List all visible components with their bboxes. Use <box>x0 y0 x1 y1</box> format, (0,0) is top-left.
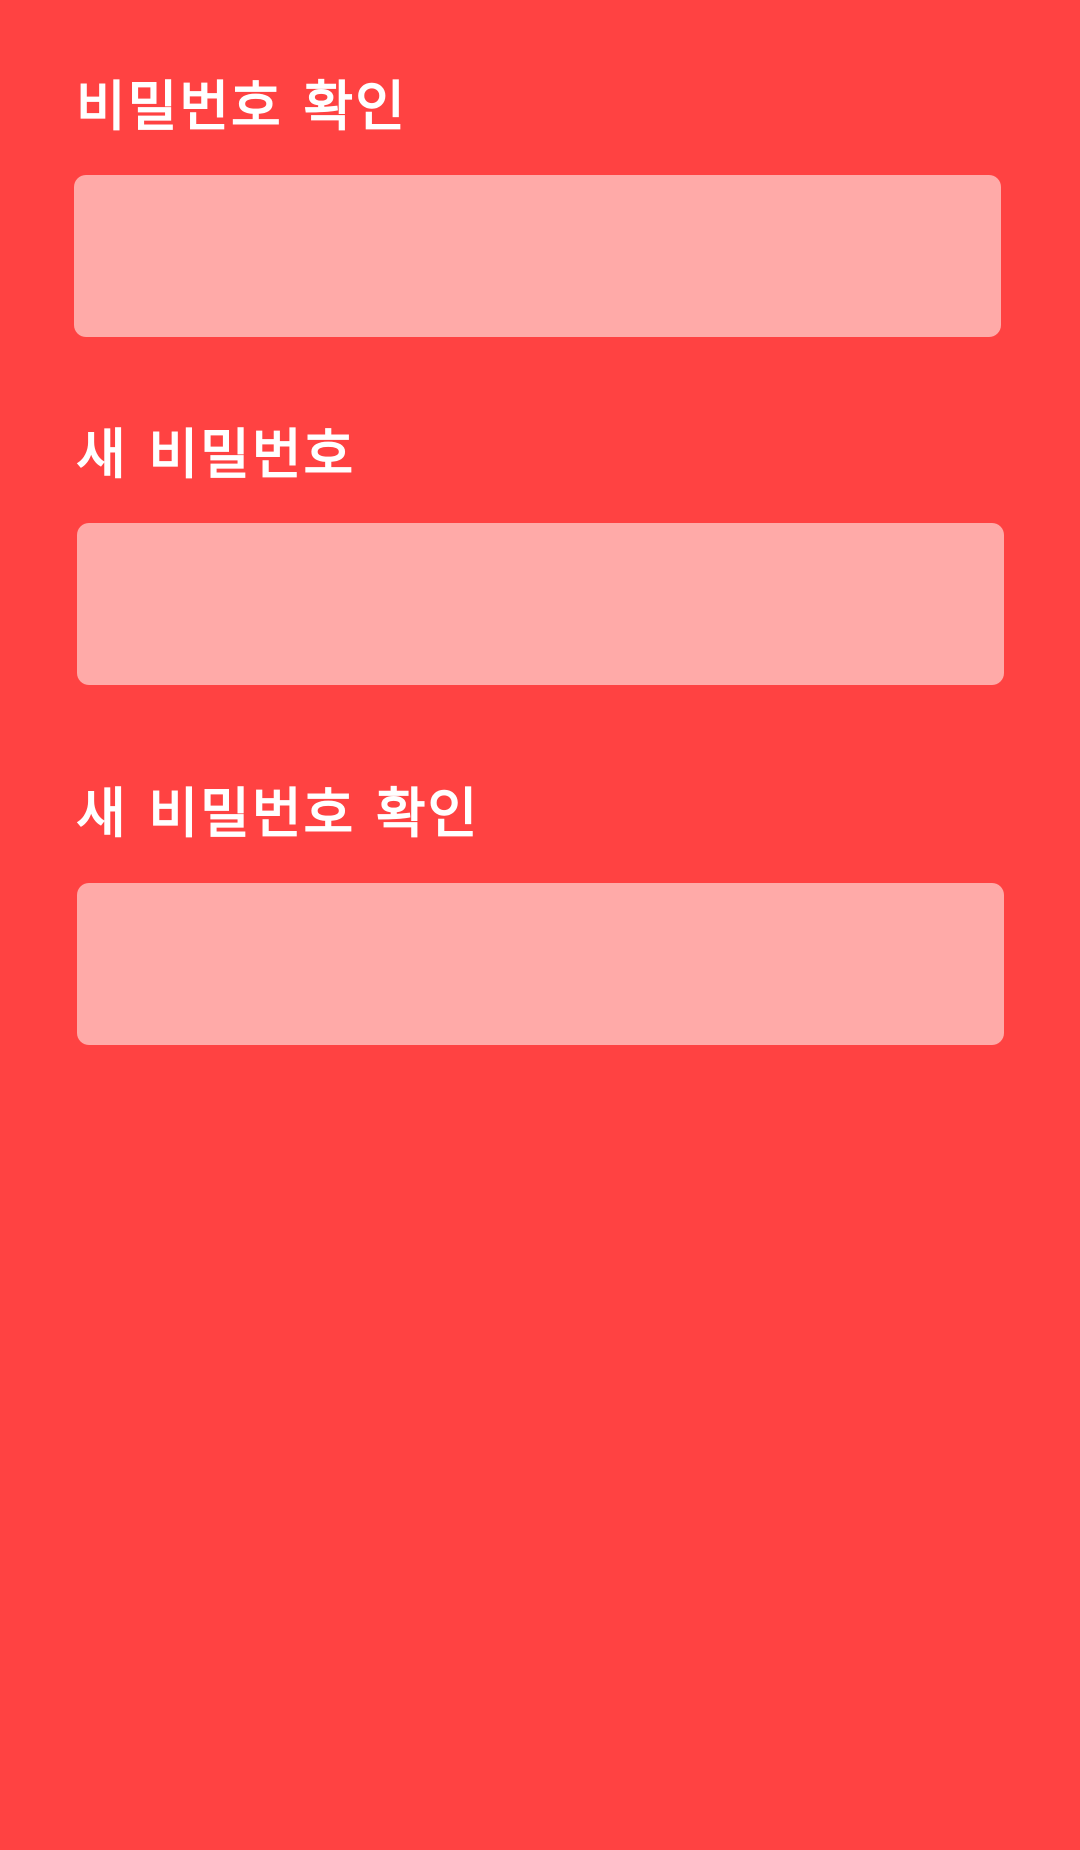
current-password-input[interactable] <box>74 175 1001 337</box>
new-password-confirm-label: 새 비밀번호 확인 <box>76 782 480 845</box>
new-password-input[interactable] <box>77 523 1004 685</box>
new-password-label: 새 비밀번호 <box>76 423 356 486</box>
current-password-label: 비밀번호 확인 <box>76 75 407 138</box>
change-password-screen: 비밀번호 확인 새 비밀번호 새 비밀번호 확인 <box>0 0 1080 1850</box>
new-password-confirm-input[interactable] <box>77 883 1004 1045</box>
